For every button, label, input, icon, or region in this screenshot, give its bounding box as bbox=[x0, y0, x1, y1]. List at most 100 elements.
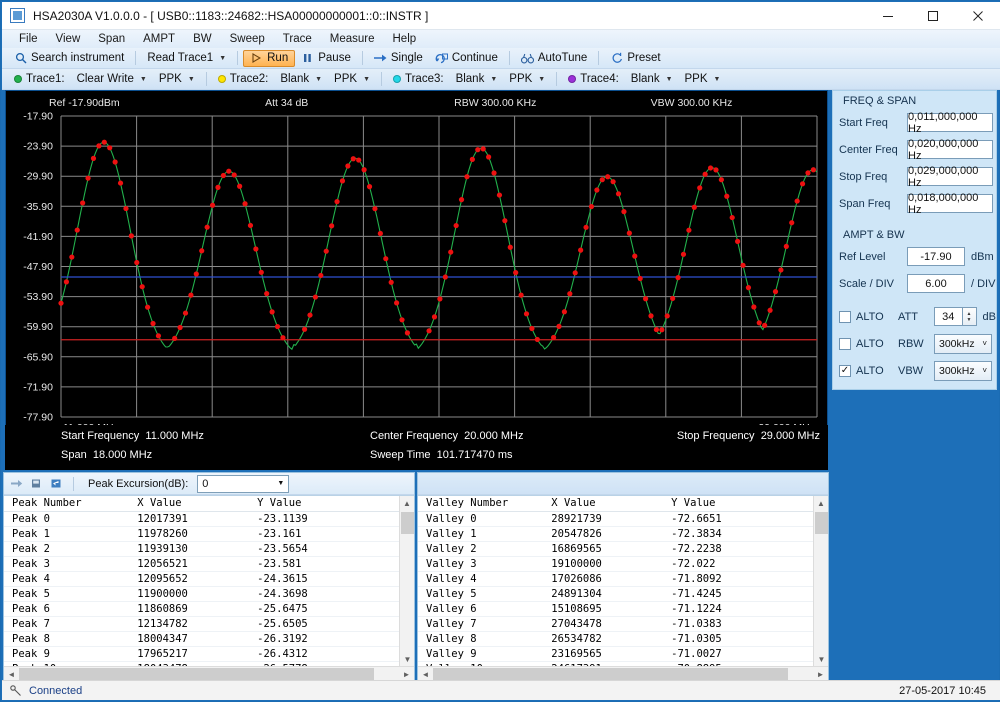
table-row[interactable]: Valley 615108695-71.1224 bbox=[418, 601, 813, 616]
chevron-down-icon[interactable]: ▼ bbox=[714, 76, 721, 83]
scroll-thumb[interactable] bbox=[401, 512, 414, 534]
export-arrow-icon[interactable] bbox=[8, 476, 25, 492]
column-header[interactable]: Y Value bbox=[663, 496, 813, 511]
save-icon[interactable] bbox=[48, 476, 65, 492]
att-auto-checkbox[interactable] bbox=[839, 311, 851, 323]
valley-grid[interactable]: Valley NumberX ValueY ValueValley 028921… bbox=[418, 495, 828, 681]
table-row[interactable]: Peak 511900000-24.3698 bbox=[4, 586, 399, 601]
scroll-up-icon[interactable]: ▲ bbox=[400, 496, 414, 511]
table-row[interactable]: Valley 417026086-71.8092 bbox=[418, 571, 813, 586]
chevron-down-icon[interactable]: ˅ bbox=[982, 366, 987, 375]
scroll-left-icon[interactable]: ◄ bbox=[4, 670, 19, 679]
chevron-down-icon[interactable]: ▼ bbox=[277, 480, 284, 487]
table-row[interactable]: Peak 917965217-26.4312 bbox=[4, 646, 399, 661]
chevron-down-icon[interactable]: ▼ bbox=[538, 76, 545, 83]
scroll-down-icon[interactable]: ▼ bbox=[400, 652, 414, 667]
minimize-button[interactable] bbox=[865, 2, 910, 30]
chevron-down-icon[interactable]: ▼ bbox=[666, 76, 673, 83]
search-instrument-button[interactable]: Search instrument bbox=[8, 50, 130, 67]
read-trace1-button[interactable]: Read Trace1 ▼ bbox=[141, 50, 232, 67]
center-freq-input[interactable]: 0,020,000,000 Hz bbox=[907, 140, 993, 159]
menu-item-ampt[interactable]: AMPT bbox=[134, 30, 184, 48]
trace3-detector-dropdown[interactable]: PPK ▼ bbox=[503, 71, 551, 88]
scroll-track[interactable] bbox=[433, 667, 813, 682]
peak-vertical-scrollbar[interactable]: ▲ ▼ bbox=[399, 496, 414, 667]
column-header[interactable]: Y Value bbox=[249, 496, 399, 511]
menu-item-view[interactable]: View bbox=[47, 30, 90, 48]
vbw-dropdown[interactable]: 300kHz ˅ bbox=[934, 361, 992, 381]
table-row[interactable]: Peak 012017391-23.1139 bbox=[4, 511, 399, 526]
peak-horizontal-scrollbar[interactable]: ◄ ► bbox=[4, 666, 414, 681]
single-button[interactable]: Single bbox=[368, 50, 429, 67]
valley-horizontal-scrollbar[interactable]: ◄ ► bbox=[418, 666, 828, 681]
column-header[interactable]: Valley Number bbox=[418, 496, 543, 511]
peak-excursion-dropdown[interactable]: 0 ▼ bbox=[197, 475, 289, 493]
column-header[interactable]: X Value bbox=[129, 496, 249, 511]
spectrum-chart[interactable]: Ref -17.90dBmAtt 34 dBRBW 300.00 KHzVBW … bbox=[5, 90, 828, 470]
chevron-down-icon[interactable]: ▼ bbox=[188, 76, 195, 83]
column-header[interactable]: Peak Number bbox=[4, 496, 129, 511]
trace1-mode-dropdown[interactable]: Clear Write ▼ bbox=[71, 71, 153, 88]
chevron-down-icon[interactable]: ˅ bbox=[982, 339, 987, 348]
chevron-down-icon[interactable]: ▼ bbox=[315, 76, 322, 83]
stop-freq-field[interactable]: Stop Freq 0,029,000,000 Hz bbox=[833, 163, 996, 190]
scroll-thumb[interactable] bbox=[19, 668, 374, 681]
menu-item-file[interactable]: File bbox=[10, 30, 47, 48]
table-row[interactable]: Valley 727043478-71.0383 bbox=[418, 616, 813, 631]
trace4-detector-dropdown[interactable]: PPK ▼ bbox=[679, 71, 727, 88]
table-row[interactable]: Peak 312056521-23.581 bbox=[4, 556, 399, 571]
table-row[interactable]: Valley 216869565-72.2238 bbox=[418, 541, 813, 556]
span-freq-field[interactable]: Span Freq 0,018,000,000 Hz bbox=[833, 190, 996, 217]
maximize-button[interactable] bbox=[910, 2, 955, 30]
trace1-detector-dropdown[interactable]: PPK ▼ bbox=[153, 71, 201, 88]
preset-button[interactable]: Preset bbox=[604, 50, 666, 67]
att-stepper[interactable]: ▲▼ bbox=[963, 307, 977, 326]
scale-div-input[interactable]: 6.00 bbox=[907, 274, 965, 293]
ref-level-input[interactable]: -17.90 bbox=[907, 247, 965, 266]
peak-grid[interactable]: Peak NumberX ValueY ValuePeak 012017391-… bbox=[4, 495, 414, 681]
continue-button[interactable]: Continue bbox=[429, 50, 504, 67]
stop-freq-input[interactable]: 0,029,000,000 Hz bbox=[907, 167, 993, 186]
menu-item-trace[interactable]: Trace bbox=[274, 30, 321, 48]
table-row[interactable]: Peak 712134782-25.6505 bbox=[4, 616, 399, 631]
rbw-dropdown[interactable]: 300kHz ˅ bbox=[934, 334, 992, 354]
chevron-down-icon[interactable]: ▼ bbox=[490, 76, 497, 83]
scroll-left-icon[interactable]: ◄ bbox=[418, 670, 433, 679]
table-row[interactable]: Valley 028921739-72.6651 bbox=[418, 511, 813, 526]
valley-vertical-scrollbar[interactable]: ▲ ▼ bbox=[813, 496, 828, 667]
table-row[interactable]: Peak 818004347-26.3192 bbox=[4, 631, 399, 646]
trace4-mode-dropdown[interactable]: Blank ▼ bbox=[625, 71, 679, 88]
chevron-down-icon[interactable]: ▼ bbox=[219, 55, 226, 62]
autotune-button[interactable]: AutoTune bbox=[515, 50, 593, 67]
scroll-track[interactable] bbox=[19, 667, 399, 682]
menu-item-help[interactable]: Help bbox=[384, 30, 426, 48]
copy-icon[interactable] bbox=[28, 476, 45, 492]
table-row[interactable]: Valley 923169565-71.0027 bbox=[418, 646, 813, 661]
scroll-right-icon[interactable]: ► bbox=[813, 670, 828, 679]
trace3-mode-dropdown[interactable]: Blank ▼ bbox=[450, 71, 504, 88]
scroll-thumb[interactable] bbox=[815, 512, 828, 534]
table-row[interactable]: Valley 120547826-72.3834 bbox=[418, 526, 813, 541]
table-row[interactable]: Valley 826534782-71.0305 bbox=[418, 631, 813, 646]
scroll-thumb[interactable] bbox=[433, 668, 788, 681]
pause-button[interactable]: Pause bbox=[295, 50, 357, 67]
start-freq-field[interactable]: Start Freq 0,011,000,000 Hz bbox=[833, 109, 996, 136]
menu-item-sweep[interactable]: Sweep bbox=[221, 30, 274, 48]
table-row[interactable]: Valley 319100000-72.022 bbox=[418, 556, 813, 571]
vbw-auto-checkbox[interactable] bbox=[839, 365, 851, 377]
table-row[interactable]: Peak 211939130-23.5654 bbox=[4, 541, 399, 556]
column-header[interactable]: X Value bbox=[543, 496, 663, 511]
table-row[interactable]: Peak 412095652-24.3615 bbox=[4, 571, 399, 586]
trace2-detector-dropdown[interactable]: PPK ▼ bbox=[328, 71, 376, 88]
scroll-right-icon[interactable]: ► bbox=[399, 670, 414, 679]
close-button[interactable] bbox=[955, 2, 1000, 30]
table-row[interactable]: Peak 111978260-23.161 bbox=[4, 526, 399, 541]
menu-item-span[interactable]: Span bbox=[89, 30, 134, 48]
run-button[interactable]: Run bbox=[243, 50, 295, 67]
trace2-mode-dropdown[interactable]: Blank ▼ bbox=[274, 71, 328, 88]
table-row[interactable]: Valley 524891304-71.4245 bbox=[418, 586, 813, 601]
att-input[interactable]: 34 bbox=[934, 307, 963, 326]
chevron-down-icon[interactable]: ▼ bbox=[140, 76, 147, 83]
menu-item-bw[interactable]: BW bbox=[184, 30, 221, 48]
center-freq-field[interactable]: Center Freq 0,020,000,000 Hz bbox=[833, 136, 996, 163]
